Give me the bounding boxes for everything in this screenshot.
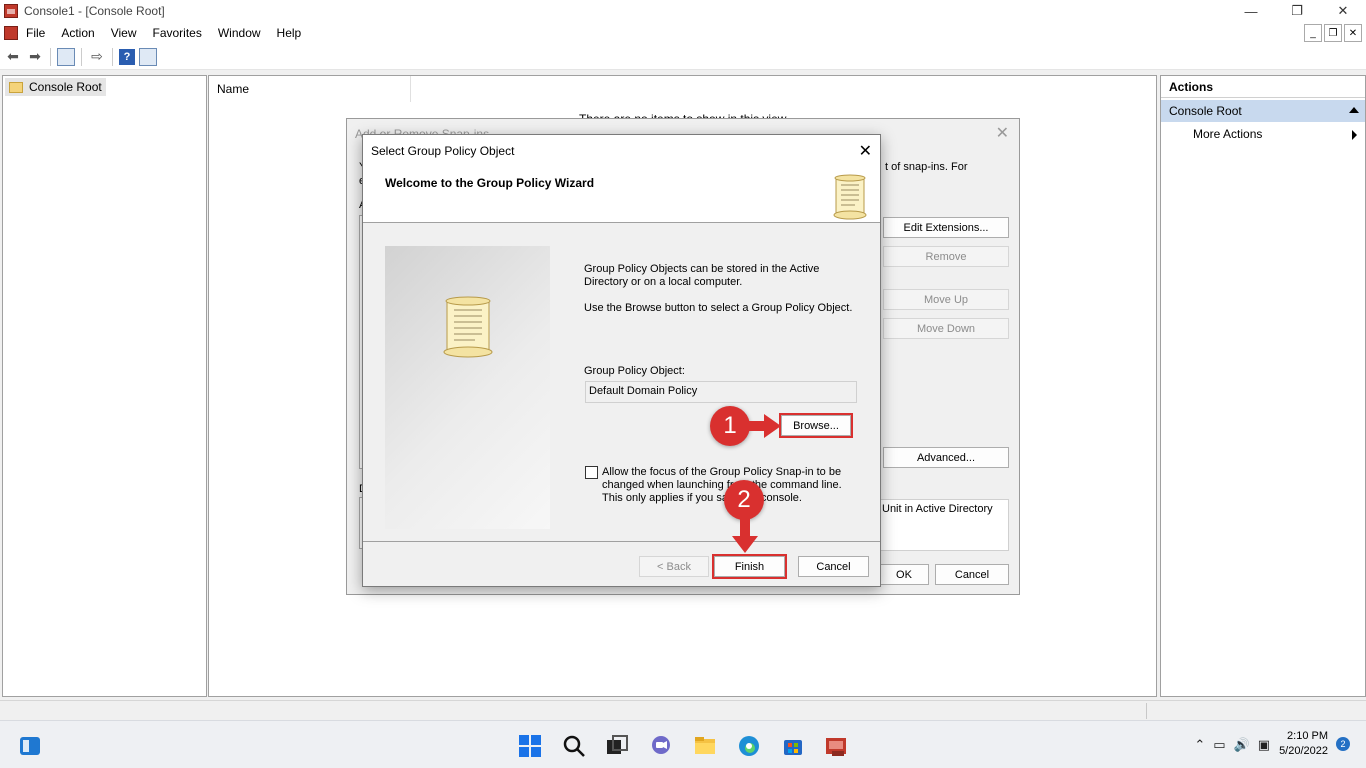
finish-button[interactable]: Finish <box>712 554 787 579</box>
clock-date: 5/20/2022 <box>1279 745 1328 757</box>
menu-bar: File Action View Favorites Window Help _… <box>0 22 1366 44</box>
wizard-close-button[interactable]: ✕ <box>859 141 872 161</box>
chat-icon[interactable] <box>648 733 674 759</box>
start-icon[interactable] <box>517 733 543 759</box>
gpo-label: Group Policy Object: <box>584 365 685 377</box>
edge-icon[interactable] <box>736 733 762 759</box>
export-list-icon[interactable]: ⇨ <box>88 48 106 66</box>
forward-arrow-icon[interactable]: ➡ <box>26 48 44 66</box>
wizard-header: Welcome to the Group Policy Wizard <box>363 165 880 223</box>
mmc-icon[interactable] <box>823 733 849 759</box>
clock[interactable]: 2:10 PM 5/20/2022 <box>1279 729 1328 759</box>
menu-file[interactable]: File <box>18 22 53 44</box>
wizard-title: Select Group Policy Object <box>371 144 515 158</box>
mdi-restore-button[interactable]: ❐ <box>1324 24 1342 42</box>
menu-window[interactable]: Window <box>210 22 269 44</box>
network-icon[interactable]: ▭ <box>1213 737 1225 753</box>
maximize-button[interactable]: ❐ <box>1274 0 1320 22</box>
remove-button[interactable]: Remove <box>883 246 1009 267</box>
taskbar: ⌃ ▭ 🔊 ▣ 2:10 PM 5/20/2022 2 <box>0 720 1366 768</box>
step-2-arrow-icon <box>732 518 758 553</box>
wizard-heading: Welcome to the Group Policy Wizard <box>385 176 595 190</box>
wizard-intro-text: Group Policy Objects can be stored in th… <box>584 263 820 288</box>
menu-help[interactable]: Help <box>269 22 310 44</box>
wizard-browse-hint: Use the Browse button to select a Group … <box>584 302 853 314</box>
volume-icon[interactable]: 🔊 <box>1234 737 1250 753</box>
tree-item-console-root[interactable]: Console Root <box>5 78 106 96</box>
chevron-up-icon[interactable]: ⌃ <box>1194 737 1205 753</box>
move-down-button[interactable]: Move Down <box>883 318 1009 339</box>
column-header-name[interactable]: Name <box>209 76 411 102</box>
back-button[interactable]: < Back <box>639 556 709 577</box>
toolbar-separator <box>112 47 113 66</box>
clock-time: 2:10 PM <box>1287 730 1328 742</box>
actions-title: Actions <box>1161 76 1365 98</box>
mdi-minimize-button[interactable]: _ <box>1304 24 1322 42</box>
more-actions-item[interactable]: More Actions <box>1161 122 1365 144</box>
title-bar: Console1 - [Console Root] — ❐ ✕ <box>0 0 1366 22</box>
notification-badge[interactable]: 2 <box>1336 737 1350 751</box>
status-divider <box>1146 703 1147 719</box>
allow-focus-checkbox[interactable] <box>585 466 598 479</box>
wizard-title-bar: Select Group Policy Object ✕ <box>363 135 880 165</box>
actions-section-label: Console Root <box>1169 104 1242 118</box>
step-2-badge: 2 <box>724 480 764 520</box>
policy-scroll-large-icon <box>443 296 493 358</box>
select-gpo-wizard: Select Group Policy Object ✕ Welcome to … <box>362 134 881 587</box>
menu-favorites[interactable]: Favorites <box>145 22 210 44</box>
widgets-icon[interactable] <box>17 733 43 759</box>
browse-button[interactable]: Browse... <box>779 413 853 438</box>
minimize-button[interactable]: — <box>1228 0 1274 22</box>
snapin-info-box: Unit in Active Directory <box>879 499 1009 551</box>
battery-icon[interactable]: ▣ <box>1258 737 1270 753</box>
gpo-name-field: Default Domain Policy <box>585 381 857 403</box>
toolbar-separator <box>81 47 82 66</box>
show-hide-tree-icon[interactable] <box>57 47 75 66</box>
toolbar-separator <box>50 47 51 66</box>
menu-action[interactable]: Action <box>53 22 102 44</box>
help-icon[interactable]: ? <box>119 48 135 65</box>
snapin-cancel-button[interactable]: Cancel <box>935 564 1009 585</box>
folder-icon <box>9 81 23 93</box>
menu-view[interactable]: View <box>103 22 145 44</box>
move-up-button[interactable]: Move Up <box>883 289 1009 310</box>
submenu-arrow-icon <box>1352 130 1357 140</box>
actions-section-console-root[interactable]: Console Root <box>1161 100 1365 122</box>
window-title: Console1 - [Console Root] <box>24 4 165 18</box>
step-1-badge: 1 <box>710 406 750 446</box>
show-hide-action-pane-icon[interactable] <box>139 47 157 66</box>
snapin-close-button[interactable]: ✕ <box>996 123 1009 143</box>
collapse-icon[interactable] <box>1349 107 1359 113</box>
policy-scroll-icon <box>833 174 867 220</box>
wizard-side-panel <box>385 246 550 529</box>
more-actions-label: More Actions <box>1193 127 1263 141</box>
wizard-footer-separator <box>363 541 880 542</box>
toolbar: ⬅ ➡ ⇨ ? <box>0 44 1366 70</box>
advanced-button[interactable]: Advanced... <box>883 447 1009 468</box>
snapin-description: t of snap-ins. For <box>885 161 968 173</box>
wizard-cancel-button[interactable]: Cancel <box>798 556 869 577</box>
mdi-close-button[interactable]: ✕ <box>1344 24 1362 42</box>
close-button[interactable]: ✕ <box>1320 0 1366 22</box>
tree-item-label: Console Root <box>29 80 102 94</box>
mmc-app-icon[interactable] <box>4 4 18 18</box>
ok-button[interactable]: OK <box>879 564 929 585</box>
step-1-arrow-icon <box>748 414 781 438</box>
document-icon[interactable] <box>4 26 18 40</box>
edit-extensions-button[interactable]: Edit Extensions... <box>883 217 1009 238</box>
store-icon[interactable] <box>780 733 806 759</box>
search-icon[interactable] <box>561 733 587 759</box>
actions-pane: Actions Console Root More Actions <box>1160 75 1366 697</box>
back-arrow-icon[interactable]: ⬅ <box>4 48 22 66</box>
task-view-icon[interactable] <box>604 733 630 759</box>
status-bar <box>0 700 1366 720</box>
file-explorer-icon[interactable] <box>692 733 718 759</box>
console-tree-pane: Console Root <box>2 75 207 697</box>
